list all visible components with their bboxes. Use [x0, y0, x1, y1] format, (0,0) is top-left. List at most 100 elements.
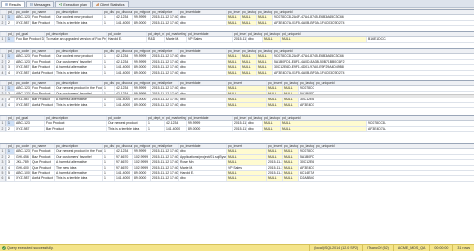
table-cell[interactable]: 42.1234 [114, 59, 132, 65]
table-cell[interactable]: 4 [6, 70, 14, 75]
table-cell[interactable]: ABC-123 [14, 149, 30, 154]
table-cell[interactable]: This is a terrible idea [54, 20, 102, 26]
table-cell[interactable]: 1 [6, 86, 14, 91]
column-header[interactable]: pd_lastupd [246, 116, 262, 121]
table-cell[interactable]: 89.0000 [132, 65, 150, 70]
column-header[interactable]: pd_lastupdate [262, 32, 280, 37]
table-cell[interactable]: NULL [282, 154, 298, 160]
table-cell[interactable]: 9C078CC8-2A4F-47A4-8745-E6B3A65C3C66 [272, 54, 358, 59]
table-cell[interactable]: 2015-11-1 [266, 170, 282, 176]
column-header[interactable]: po_discounts [114, 81, 132, 86]
column-header[interactable]: po_lastupdate [298, 81, 314, 86]
table-cell[interactable]: This is a terrible idea [54, 102, 102, 107]
column-header[interactable]: po_discounts [114, 144, 132, 149]
column-header[interactable]: po_uniqueid [314, 81, 400, 86]
column-header[interactable]: po_mfgcost [132, 49, 150, 54]
column-header[interactable]: po_uniqueid [272, 49, 358, 54]
column-header[interactable]: po_uniqueid [314, 144, 400, 149]
table-cell[interactable]: Our newest product in the FooBar prod [54, 149, 102, 154]
table-cell[interactable]: NULL [240, 70, 256, 75]
column-header[interactable]: po_code [14, 144, 30, 149]
table-cell[interactable]: ABC-123 [14, 121, 44, 126]
table-cell[interactable]: 141.4000 [114, 70, 132, 75]
table-cell[interactable]: 2 [6, 126, 14, 132]
table-cell[interactable]: Awful Product [30, 70, 54, 75]
table-cell[interactable]: 99.9999 [132, 149, 150, 154]
column-header[interactable]: pd_dept_name [146, 116, 164, 121]
table-cell[interactable]: 89.0000 [132, 70, 150, 75]
column-header[interactable]: po_retailprice [150, 144, 178, 149]
table-cell[interactable]: 2015-11-12 17:40:14.673 [150, 65, 178, 70]
table-cell[interactable]: dbo [178, 86, 226, 91]
table-cell[interactable]: NULL [226, 154, 266, 160]
table-cell[interactable]: dbo [178, 54, 226, 59]
table-cell[interactable]: 99.9999 [186, 121, 232, 126]
table-cell[interactable]: 9C078CC8-2A4F-47A4-8745-E6B3A65C3C66 [298, 149, 314, 154]
table-cell[interactable]: 1 [102, 54, 114, 59]
table-cell[interactable]: 102.9999 [132, 160, 150, 165]
table-cell[interactable]: 1 [6, 149, 14, 154]
table-cell[interactable]: 2015-11-1 [266, 165, 282, 170]
table-cell[interactable]: GHI-400 [14, 165, 30, 170]
table-cell[interactable]: 6C14E7A9-0B2C-4F1E-9B8D-3A1C5E7F9D02 [298, 170, 314, 176]
column-header[interactable]: pd_id [6, 116, 14, 121]
table-cell[interactable]: NULL [226, 160, 266, 165]
table-cell[interactable]: 1 [6, 54, 14, 59]
column-header[interactable]: po_insert [226, 144, 266, 149]
table-cell[interactable]: NULL [262, 126, 280, 132]
table-cell[interactable]: Foo Bar Product DEV [14, 37, 44, 42]
table-cell[interactable]: 97.6670 [114, 160, 132, 165]
table-cell[interactable]: NULL [226, 170, 266, 176]
column-header[interactable]: pd_lastupdate [262, 116, 280, 121]
table-cell[interactable]: 2015-11-12 17:40:14.673 [150, 59, 178, 65]
table-cell[interactable]: Foo Product [30, 59, 54, 65]
table-cell[interactable]: 2015-11-12 17:40:14.673 [150, 154, 178, 160]
column-header[interactable]: po_name [30, 10, 54, 15]
table-cell[interactable]: Bar Product [30, 170, 54, 176]
table-cell[interactable]: To make an upgraded version of Foo Produ… [44, 37, 106, 42]
table-cell[interactable]: XYZ-987 [14, 65, 30, 70]
table-cell[interactable]: 2015-11-12 17:40:14.673 [150, 160, 178, 165]
table-cell[interactable]: 2015-11-12 17:40:14.673 [150, 149, 178, 154]
table-cell[interactable]: 4 [6, 102, 14, 107]
table-cell[interactable]: dbo [178, 15, 226, 20]
table-cell[interactable]: 99.9999 [132, 86, 150, 91]
table-cell[interactable]: 1 [6, 15, 14, 20]
column-header[interactable]: po_disc_cost [102, 10, 114, 15]
column-header[interactable]: po_code [14, 10, 30, 15]
column-header[interactable]: po_disc_cost [102, 144, 114, 149]
table-cell[interactable]: 141.4000 [114, 170, 132, 176]
column-header[interactable]: po_mfgcost [132, 81, 150, 86]
table-cell[interactable]: 2015-11-12 17:40:14.673 [232, 121, 246, 126]
table-cell[interactable]: 1 [102, 154, 114, 160]
column-header[interactable]: po_code [14, 49, 30, 54]
table-cell[interactable]: JKL-789 [14, 160, 30, 165]
table-cell[interactable]: This is a terrible idea [54, 70, 102, 75]
table-cell[interactable]: ABC-123 [14, 15, 30, 20]
table-cell[interactable]: 1 [102, 165, 114, 170]
table-cell[interactable]: NULL [226, 20, 240, 26]
table-cell[interactable]: 97.6670 [114, 154, 132, 160]
table-cell[interactable]: Harold E. [106, 37, 146, 42]
table-cell[interactable]: AF3E4D7A-01F5-4A0B-BF0A-1F4C03C9D274 [298, 102, 314, 107]
table-cell[interactable]: 1 [102, 65, 114, 70]
table-cell[interactable]: 5 [6, 170, 14, 176]
table-cell[interactable]: AF3E4D7A-01F5-4A0B-BF0A-1F4C03C9D274 [272, 20, 358, 26]
table-cell[interactable]: NULL [256, 15, 272, 20]
column-header[interactable]: po_description [54, 49, 102, 54]
table-cell[interactable]: 1 [102, 176, 114, 181]
table-cell[interactable]: 1 [102, 20, 114, 26]
table-cell[interactable]: NULL [280, 37, 366, 42]
table-cell[interactable]: 9C078CC8-2A4F-47A4-8745-E6B3A65C3C66 [298, 86, 314, 91]
table-cell[interactable]: 3 [6, 160, 14, 165]
column-header[interactable]: po_description [54, 144, 102, 149]
table-cell[interactable]: dbo [178, 70, 226, 75]
column-header[interactable]: po_insertedby [266, 81, 282, 86]
column-header[interactable]: po_name [30, 81, 54, 86]
column-header[interactable]: po_lastupdate [298, 144, 314, 149]
table-cell[interactable]: Our customers' favorite! [54, 154, 102, 160]
table-cell[interactable]: 1 [102, 160, 114, 165]
table-cell[interactable]: Awful Product [30, 176, 54, 181]
table-cell[interactable]: 89.0000 [132, 20, 150, 26]
table-cell[interactable]: NULL [256, 59, 272, 65]
